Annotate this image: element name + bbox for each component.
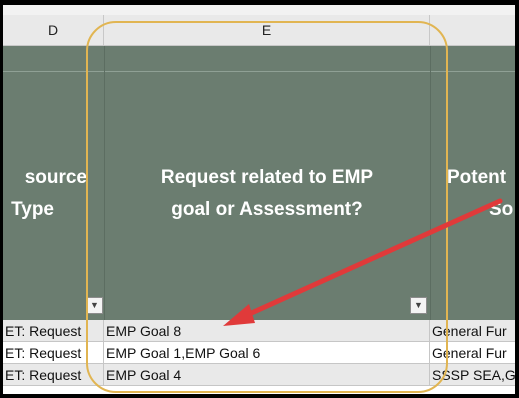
- spreadsheet-frame: D E source Type Request related to EMP g…: [3, 5, 515, 394]
- red-arrow-icon: [223, 198, 503, 326]
